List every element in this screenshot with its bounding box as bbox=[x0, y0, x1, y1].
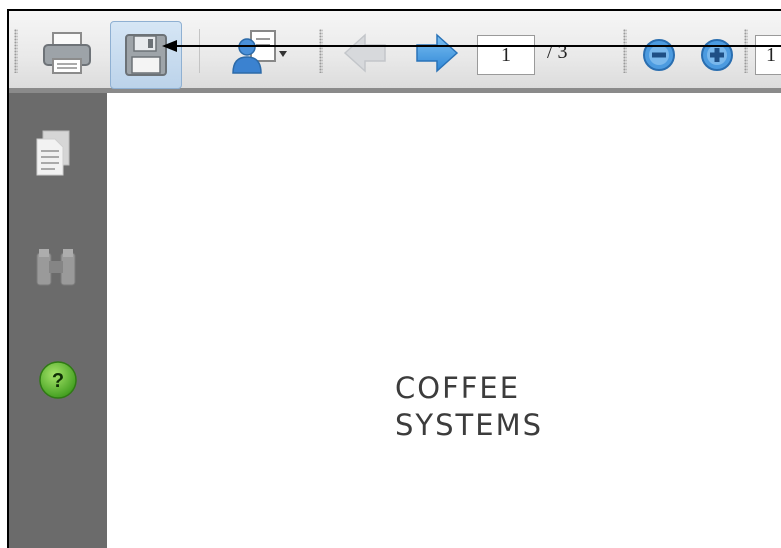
navigation-sidebar: ? bbox=[9, 93, 107, 548]
arrow-left-icon bbox=[343, 33, 386, 73]
toolbar-grip[interactable] bbox=[623, 29, 627, 73]
pdf-viewer-window: 1 / 3 1 ? COFFEE SYSTEMS bbox=[7, 9, 781, 548]
help-icon: ? bbox=[39, 361, 77, 399]
search-panel-button[interactable] bbox=[31, 245, 81, 298]
share-button[interactable] bbox=[214, 25, 304, 81]
printer-icon bbox=[43, 32, 91, 74]
arrow-right-icon bbox=[416, 33, 459, 73]
logo-line-1: COFFEE bbox=[395, 371, 521, 405]
toolbar-grip[interactable] bbox=[744, 29, 748, 73]
toolbar-grip[interactable] bbox=[319, 29, 323, 73]
minus-circle-icon bbox=[643, 39, 675, 71]
zoom-level-input[interactable]: 1 bbox=[755, 35, 781, 75]
help-button[interactable]: ? bbox=[37, 359, 79, 406]
previous-page-button[interactable] bbox=[339, 29, 391, 77]
zoom-out-button[interactable] bbox=[639, 35, 679, 75]
help-icon-glyph: ? bbox=[52, 370, 64, 392]
plus-circle-icon bbox=[701, 39, 733, 71]
toolbar-grip[interactable] bbox=[14, 29, 18, 73]
next-page-button[interactable] bbox=[411, 29, 463, 77]
save-button[interactable] bbox=[110, 21, 182, 89]
print-button[interactable] bbox=[37, 25, 97, 81]
toolbar: 1 / 3 1 bbox=[9, 11, 781, 93]
user-document-icon bbox=[232, 30, 287, 74]
page-count-label: / 3 bbox=[547, 41, 568, 63]
binoculars-icon bbox=[36, 249, 76, 286]
pages-icon bbox=[36, 130, 70, 176]
document-page: COFFEE SYSTEMS bbox=[107, 93, 781, 548]
page-number-input[interactable]: 1 bbox=[477, 35, 535, 75]
toolbar-separator bbox=[199, 29, 200, 73]
pages-panel-button[interactable] bbox=[31, 127, 81, 186]
logo-line-2: SYSTEMS bbox=[395, 408, 543, 442]
floppy-disk-icon bbox=[125, 34, 167, 76]
zoom-in-button[interactable] bbox=[697, 35, 737, 75]
company-logo: COFFEE SYSTEMS bbox=[395, 370, 543, 444]
